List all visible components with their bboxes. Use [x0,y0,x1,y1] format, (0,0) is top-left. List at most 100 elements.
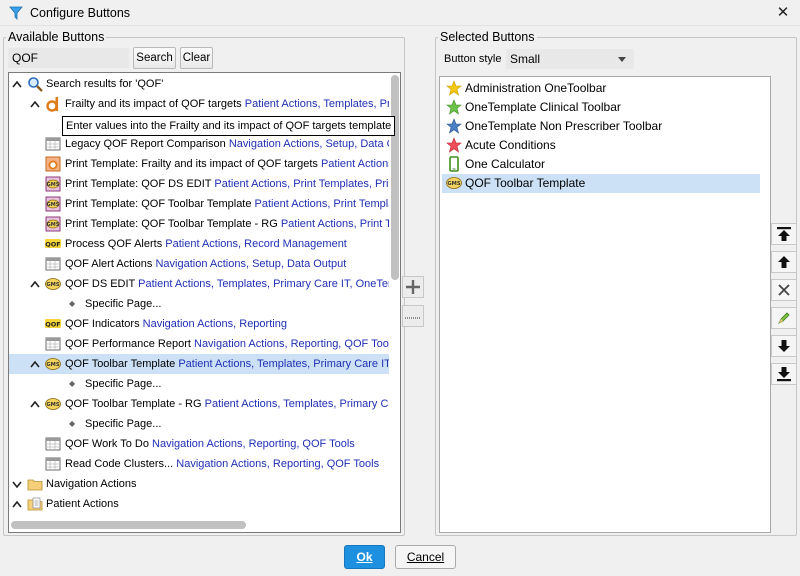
tree-row-label: Navigation Actions [46,478,137,490]
tree-row-label: QOF Alert Actions [65,258,153,270]
collapse-toggle-icon[interactable] [11,74,23,94]
tree-row[interactable]: QOF Performance Report Navigation Action… [9,334,389,354]
collapse-toggle-icon[interactable] [11,494,23,514]
tree-row-categories: Navigation Actions, Setup, Data Output [155,258,347,270]
svg-text:GMS: GMS [46,282,59,288]
tree-row[interactable]: Frailty and its impact of QOF targets Pa… [9,94,389,114]
tree-row[interactable]: GMS QOF DS EDIT Patient Actions, Template… [9,274,389,294]
tree-row[interactable]: Navigation Actions [9,474,389,494]
gms-print-icon: GMS [45,176,61,192]
search-button[interactable]: Search [133,47,176,69]
add-separator-button[interactable] [402,305,424,327]
collapse-toggle-icon[interactable] [29,94,41,114]
report-grid-icon [45,337,61,351]
move-to-top-button[interactable] [771,223,797,245]
svg-text:GMS: GMS [47,182,60,188]
folder-doc-icon [27,497,43,511]
selected-button-item[interactable]: OneTemplate Clinical Toolbar [442,98,760,117]
separator-icon [405,317,421,319]
selected-button-item[interactable]: GMS QOF Toolbar Template [442,174,760,193]
close-icon[interactable]: ✕ [772,2,794,24]
tree-row[interactable]: ◆ Specific Page... [9,374,389,394]
tree-row[interactable]: QOF Alert Actions Navigation Actions, Se… [9,254,389,274]
tree-row[interactable]: GMS Print Template: QOF DS EDIT Patient A… [9,174,389,194]
gms-print-icon: GMS [45,196,61,212]
gms-oval-icon: GMS [446,177,462,189]
svg-text:GMS: GMS [47,202,60,208]
tree-row[interactable]: GMS Print Template: QOF Toolbar Template … [9,194,389,214]
selected-button-item[interactable]: OneTemplate Non Prescriber Toolbar [442,117,760,136]
tree-row[interactable]: Print Template: Frailty and its impact o… [9,154,389,174]
selected-button-label: Administration OneToolbar [465,81,607,95]
cancel-button[interactable]: Cancel [395,545,456,569]
tree-row-categories: Patient Actions, Templates, Primary Care… [178,358,389,370]
close-icon [778,284,790,296]
tree-row-categories: Navigation Actions, Reporting, QOF Tools [152,438,355,450]
clear-button[interactable]: Clear [180,47,213,69]
button-style-label: Button style [444,53,502,65]
tree-row-categories: Navigation Actions, Setup, Data Ou [228,138,389,150]
selected-button-item[interactable]: Acute Conditions [442,136,760,155]
collapse-toggle-icon[interactable] [29,394,41,414]
move-up-button[interactable] [771,251,797,273]
tree-row[interactable]: Patient Actions [9,494,389,514]
arrow-up-icon [778,256,790,268]
tree-row[interactable]: Legacy QOF Report Comparison Navigation … [9,134,389,154]
collapse-toggle-icon[interactable] [29,354,41,374]
title-bar: Configure Buttons ✕ [0,0,800,26]
button-style-value: Small [510,52,541,66]
tree-row[interactable]: QOF QOF Indicators Navigation Actions, Re… [9,314,389,334]
move-down-button[interactable] [771,335,797,357]
ok-button[interactable]: Ok [344,545,385,569]
selected-buttons-list[interactable]: Administration OneToolbar OneTemplate Cli… [439,76,771,533]
selected-button-label: OneTemplate Clinical Toolbar [465,100,621,114]
tree-row-categories: Patient Actions, Print Te [280,218,389,230]
orange-print-template-icon [45,156,61,172]
expand-toggle-icon[interactable] [11,474,23,494]
report-grid-icon [45,457,61,471]
report-grid-icon [45,257,61,271]
tree-row-label: Specific Page... [85,418,162,430]
tree-row[interactable]: QOF Work To Do Navigation Actions, Repor… [9,434,389,454]
move-bottom-icon [777,367,791,382]
tree-row-categories: Patient Actions, [320,158,389,170]
tree-row-categories: Patient Actions, Templates, Pri [244,98,389,110]
horizontal-scrollbar[interactable] [11,521,246,529]
selected-button-item[interactable]: Administration OneToolbar [442,79,760,98]
tree-row-label: QOF Toolbar Template [65,358,176,370]
tooltip: Enter values into the Frailty and its im… [62,116,396,136]
collapse-toggle-icon[interactable] [29,274,41,294]
window-title: Configure Buttons [30,6,131,20]
selected-button-label: Acute Conditions [465,138,556,152]
button-style-select[interactable]: Small [506,49,634,69]
remove-button[interactable] [771,279,797,301]
available-buttons-tree[interactable]: Patient Actions Navigation Actions Read Co… [8,72,401,533]
tree-row-categories: Navigation Actions, Reporting, QOF Tools [176,458,380,470]
tree-row-label: Legacy QOF Report Comparison [65,138,226,150]
vertical-scrollbar[interactable] [391,75,399,280]
add-button[interactable] [402,276,424,298]
blue-star-icon [446,118,462,134]
tree-row-categories: Patient Actions, Print Templat [254,198,389,210]
filter-app-icon [9,6,23,20]
tree-row[interactable]: GMS QOF Toolbar Template Patient Actions,… [9,354,389,374]
tree-row[interactable]: ◆ Specific Page... [9,294,389,314]
bullet-icon: ◆ [69,419,76,428]
tree-row[interactable]: Read Code Clusters... Navigation Actions… [9,454,389,474]
move-to-bottom-button[interactable] [771,363,797,385]
tree-row[interactable]: ◆ Specific Page... [9,414,389,434]
tree-row[interactable]: QOF Process QOF Alerts Patient Actions, R… [9,234,389,254]
selected-button-item[interactable]: One Calculator [442,155,760,174]
tree-row[interactable]: Search results for 'QOF' [9,74,389,94]
svg-text:GMS: GMS [47,222,60,228]
tree-row-label: Print Template: QOF Toolbar Template - R… [65,218,278,230]
tree-row-label: QOF Indicators [65,318,140,330]
selected-button-label: One Calculator [465,157,546,171]
tree-row[interactable]: GMS Print Template: QOF Toolbar Template … [9,214,389,234]
tree-row-categories: Patient Actions, Templates, Primary Car [204,398,389,410]
edit-button[interactable] [771,307,797,329]
tree-row-label: Read Code Clusters... [65,458,174,470]
search-input[interactable] [8,48,129,68]
tree-row[interactable]: GMS QOF Toolbar Template - RG Patient Act… [9,394,389,414]
plus-icon [406,280,420,294]
